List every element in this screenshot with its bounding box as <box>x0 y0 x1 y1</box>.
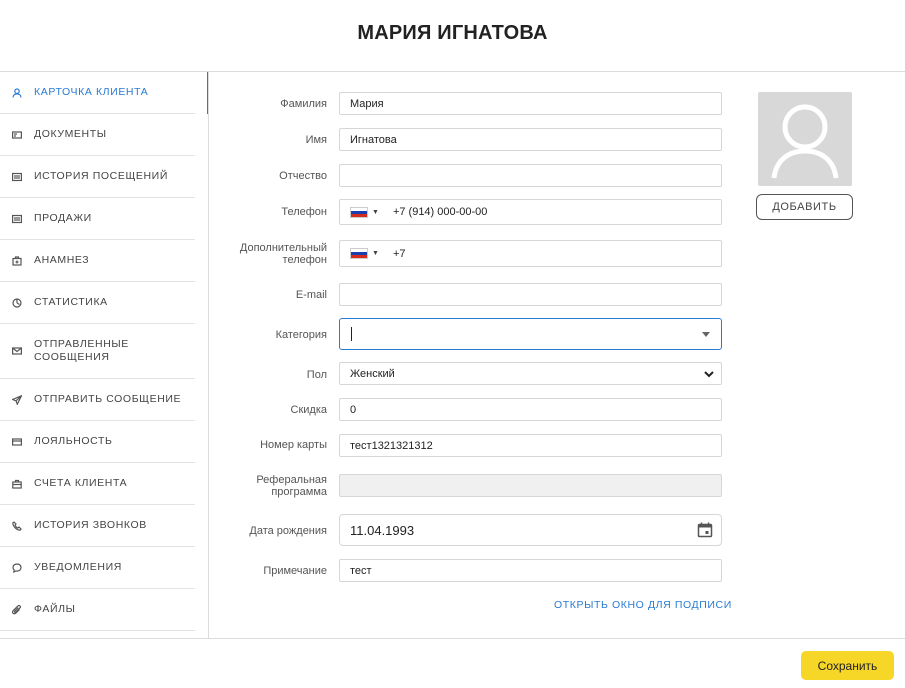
list-icon <box>12 214 22 224</box>
paperclip-icon <box>12 604 22 615</box>
sidebar-item-label: СЧЕТА КЛИЕНТА <box>34 477 128 489</box>
gender-label: Пол <box>306 369 327 381</box>
sidebar-item-statistics[interactable]: СТАТИСТИКА <box>0 282 195 324</box>
category-label: Категория <box>275 329 327 341</box>
briefcase-icon <box>12 479 22 489</box>
sidebar: КАРТОЧКА КЛИЕНТА ДОКУМЕНТЫ ИСТОРИЯ ПОСЕЩ… <box>0 72 209 638</box>
extra-phone-value: +7 <box>392 247 406 260</box>
paper-plane-icon <box>12 394 22 405</box>
sidebar-item-label: ОТПРАВЛЕННЫЕ СООБЩЕНИЯ <box>34 338 129 363</box>
email-label: E-mail <box>295 289 327 301</box>
sidebar-item-label: ОТПРАВИТЬ СООБЩЕНИЕ <box>34 393 182 405</box>
referral-field <box>339 474 722 497</box>
phone-value: +7 (914) 000-00-00 <box>392 206 488 218</box>
person-icon <box>12 87 22 98</box>
gender-value: Женский <box>350 367 395 380</box>
note-label: Примечание <box>263 565 327 577</box>
phone-label: Телефон <box>281 206 327 218</box>
list-icon <box>12 172 22 182</box>
birth-date-field[interactable]: 11.04.1993 <box>339 514 722 546</box>
sidebar-item-files[interactable]: ФАЙЛЫ <box>0 589 195 631</box>
sidebar-item-label: ЛОЯЛЬНОСТЬ <box>34 435 113 447</box>
card-number-value: тест1321321312 <box>350 439 433 452</box>
middle-name-field[interactable] <box>339 164 722 187</box>
card-number-label: Номер карты <box>260 439 327 451</box>
sidebar-item-label: УВЕДОМЛЕНИЯ <box>34 561 122 573</box>
middle-name-label: Отчество <box>279 170 327 182</box>
sidebar-item-label: ДОКУМЕНТЫ <box>34 128 107 140</box>
birth-date-label: Дата рождения <box>249 525 327 537</box>
birth-date-value: 11.04.1993 <box>350 522 415 538</box>
first-name-value: Игнатова <box>350 133 397 146</box>
country-caret-icon: ▼ <box>372 250 379 257</box>
category-select[interactable] <box>339 318 722 350</box>
text-cursor <box>351 327 352 341</box>
user-placeholder-icon <box>771 104 839 179</box>
russia-flag-icon[interactable] <box>350 248 368 259</box>
sidebar-item-client-accounts[interactable]: СЧЕТА КЛИЕНТА <box>0 463 195 505</box>
avatar <box>758 92 852 186</box>
dropdown-arrow-icon <box>702 332 710 337</box>
last-name-value: Мария <box>350 97 384 110</box>
sidebar-item-label: ФАЙЛЫ <box>34 603 76 615</box>
last-name-field[interactable]: Мария <box>339 92 722 115</box>
sidebar-item-call-history[interactable]: ИСТОРИЯ ЗВОНКОВ <box>0 505 195 547</box>
first-name-field[interactable]: Игнатова <box>339 128 722 151</box>
email-field[interactable] <box>339 283 722 306</box>
chat-bubble-icon <box>12 562 22 573</box>
country-caret-icon: ▼ <box>372 208 379 216</box>
calendar-icon[interactable] <box>697 522 713 538</box>
gender-select[interactable]: Женский <box>339 362 722 385</box>
card-number-field[interactable]: тест1321321312 <box>339 434 722 457</box>
note-field[interactable]: тест <box>339 559 722 582</box>
sidebar-item-anamnesis[interactable]: АНАМНЕЗ <box>0 240 195 282</box>
discount-label: Скидка <box>290 404 328 416</box>
first-name-label: Имя <box>305 134 327 146</box>
card-icon <box>12 437 22 447</box>
sidebar-item-client-card[interactable]: КАРТОЧКА КЛИЕНТА <box>0 72 208 114</box>
sidebar-item-notifications[interactable]: УВЕДОМЛЕНИЯ <box>0 547 195 589</box>
sidebar-item-documents[interactable]: ДОКУМЕНТЫ <box>0 114 195 156</box>
extra-phone-field[interactable]: ▼ +7 <box>339 240 722 267</box>
add-photo-button[interactable]: ДОБАВИТЬ <box>756 194 853 220</box>
save-button[interactable]: Сохранить <box>801 651 894 680</box>
discount-field[interactable]: 0 <box>339 398 722 421</box>
referral-label: Реферальная программа <box>256 474 327 498</box>
modal-header: МАРИЯ ИГНАТОВА <box>0 0 905 72</box>
modal-footer <box>0 638 905 688</box>
sidebar-item-sales[interactable]: ПРОДАЖИ <box>0 198 195 240</box>
note-value: тест <box>350 564 372 577</box>
open-signature-window-link[interactable]: ОТКРЫТЬ ОКНО ДЛЯ ПОДПИСИ <box>554 599 732 611</box>
sidebar-item-sent-messages[interactable]: ОТПРАВЛЕННЫЕ СООБЩЕНИЯ <box>0 324 195 379</box>
id-card-icon <box>12 130 22 140</box>
sidebar-item-loyalty[interactable]: ЛОЯЛЬНОСТЬ <box>0 421 195 463</box>
clock-chart-icon <box>12 297 22 308</box>
envelope-icon <box>12 346 22 356</box>
chevron-down-icon <box>704 371 714 378</box>
sidebar-item-label: КАРТОЧКА КЛИЕНТА <box>34 86 149 98</box>
sidebar-item-label: ПРОДАЖИ <box>34 212 92 224</box>
phone-icon <box>12 520 22 531</box>
sidebar-item-send-message[interactable]: ОТПРАВИТЬ СООБЩЕНИЕ <box>0 379 195 421</box>
sidebar-item-label: АНАМНЕЗ <box>34 254 90 266</box>
medical-kit-icon <box>12 255 22 266</box>
page-title: МАРИЯ ИГНАТОВА <box>357 22 548 44</box>
phone-field[interactable]: ▼ +7 (914) 000-00-00 <box>339 199 722 225</box>
sidebar-item-label: СТАТИСТИКА <box>34 296 108 308</box>
sidebar-item-label: ИСТОРИЯ ЗВОНКОВ <box>34 519 147 531</box>
last-name-label: Фамилия <box>280 98 327 110</box>
sidebar-item-visit-history[interactable]: ИСТОРИЯ ПОСЕЩЕНИЙ <box>0 156 195 198</box>
sidebar-item-label: ИСТОРИЯ ПОСЕЩЕНИЙ <box>34 170 168 182</box>
extra-phone-label: Дополнительный телефон <box>239 242 327 266</box>
discount-value: 0 <box>350 403 357 416</box>
russia-flag-icon[interactable] <box>350 206 368 218</box>
